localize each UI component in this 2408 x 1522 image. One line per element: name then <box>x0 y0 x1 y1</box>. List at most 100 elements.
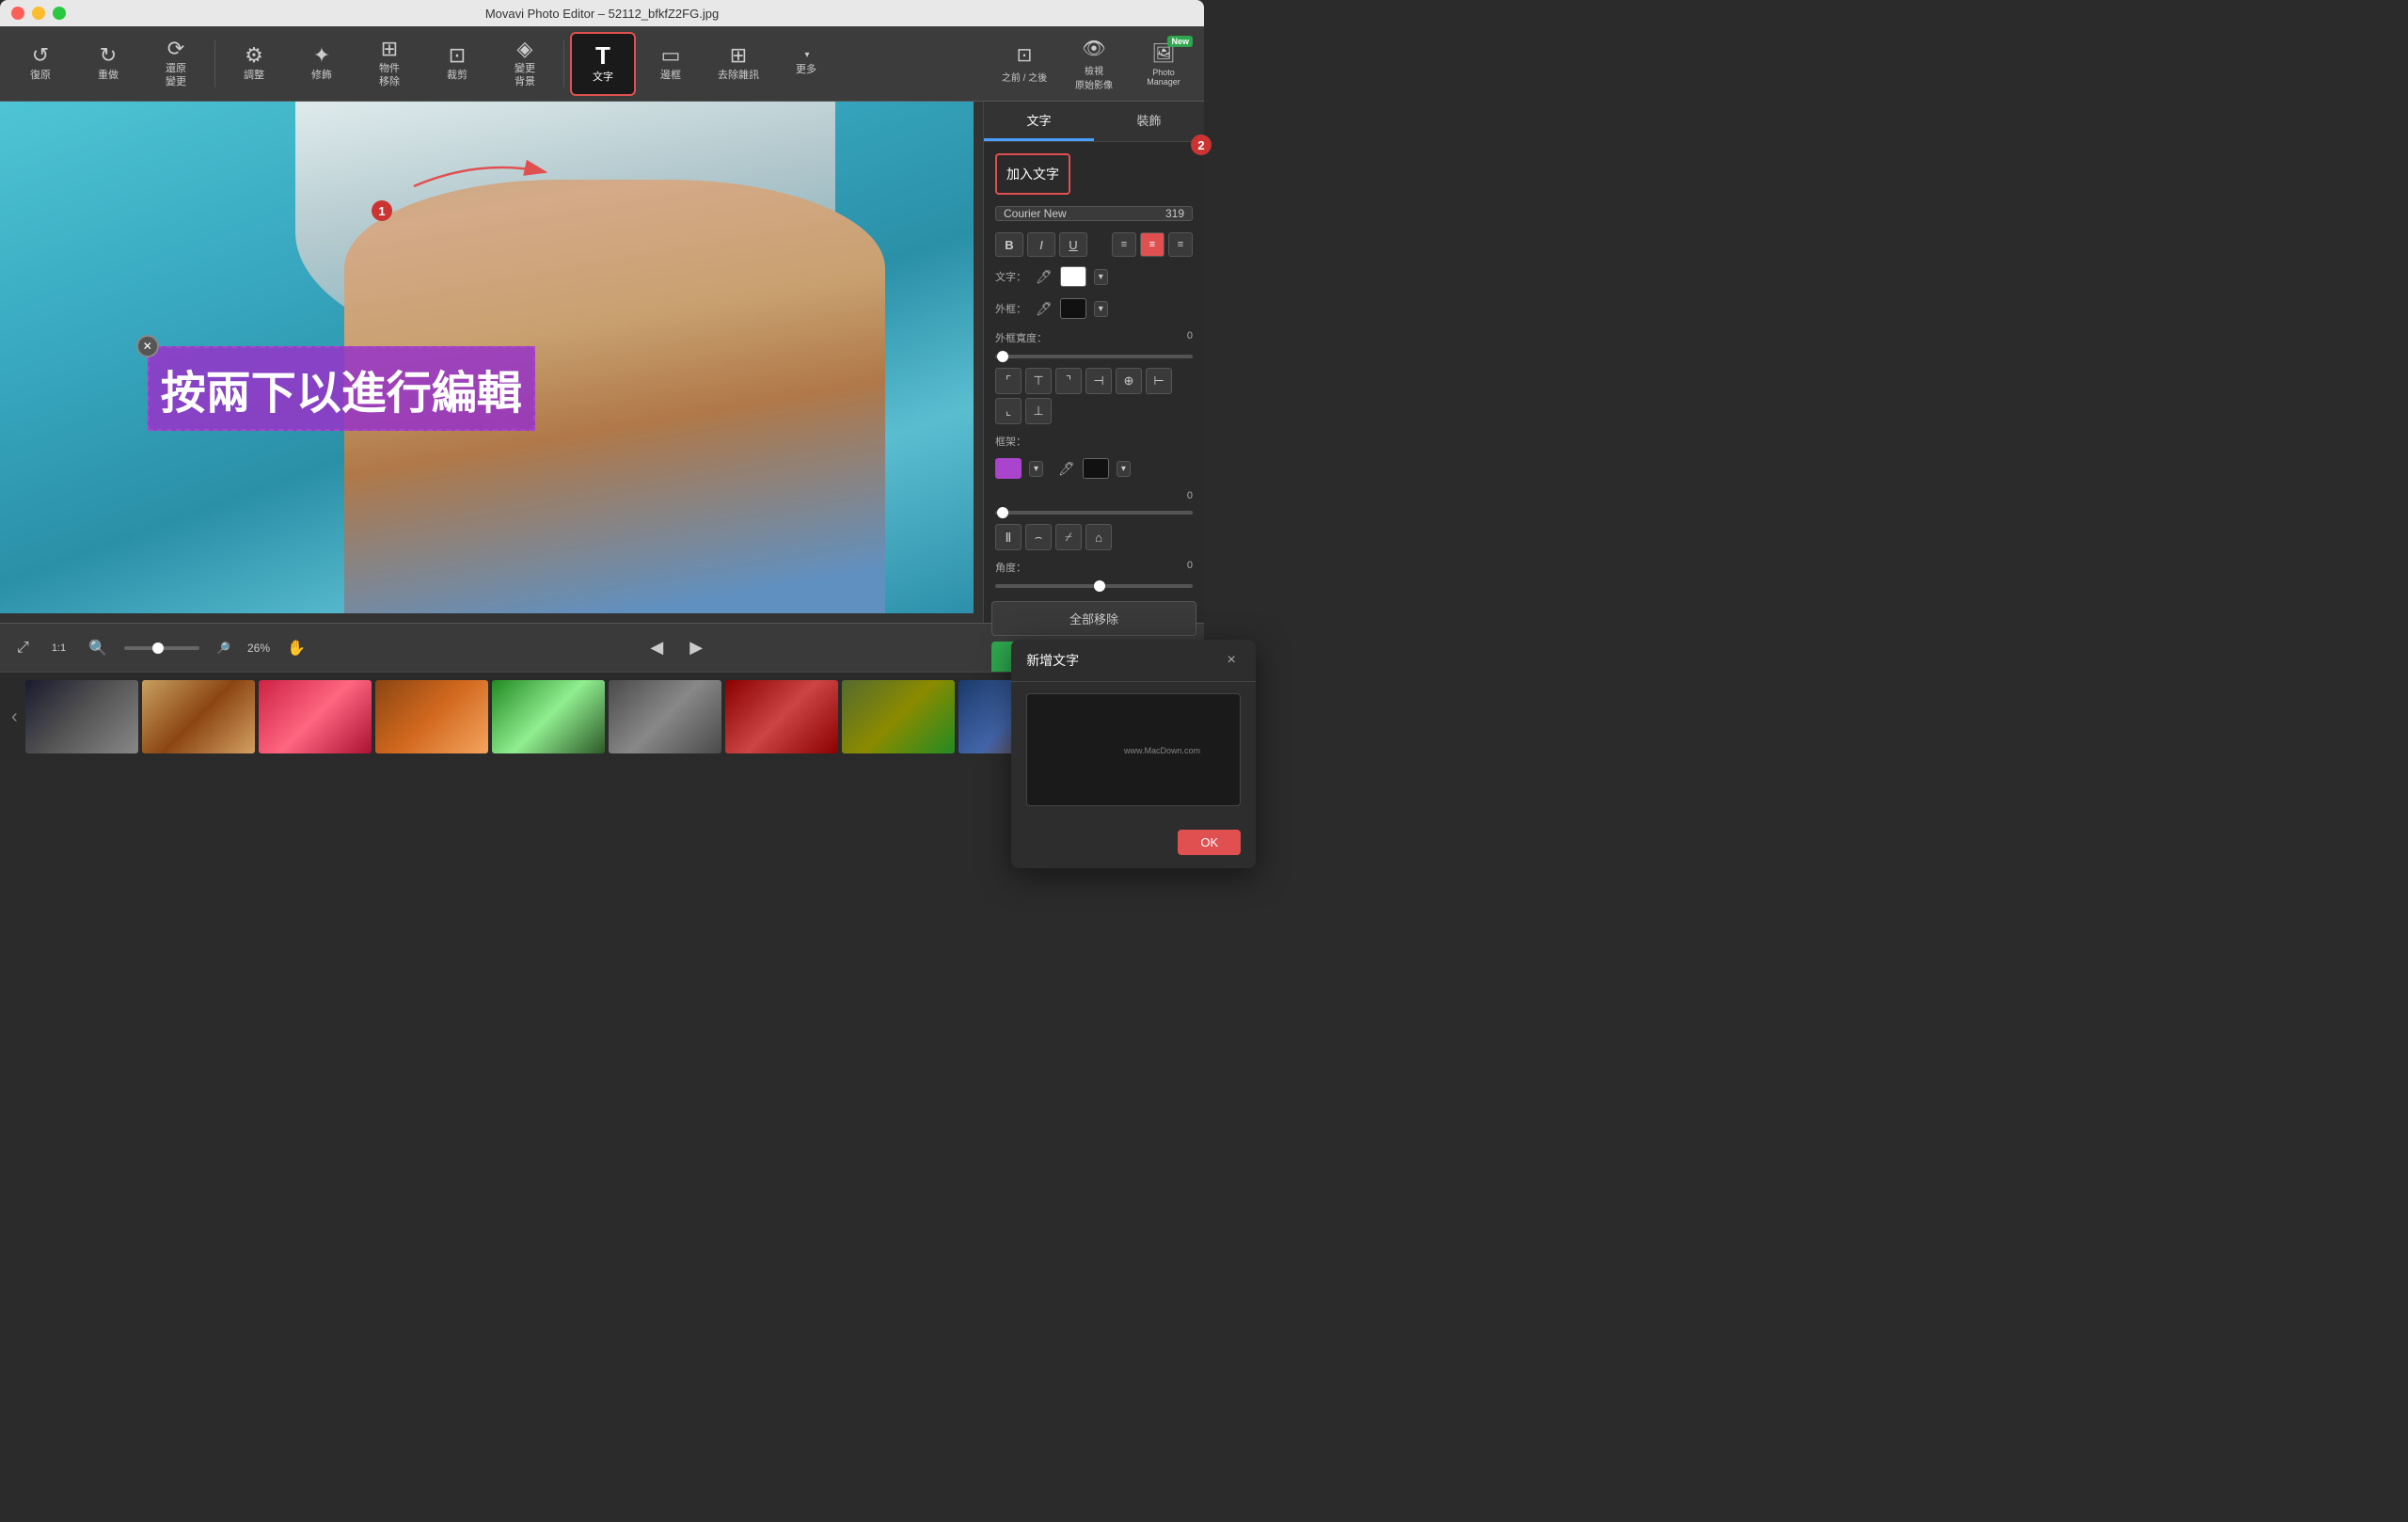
font-selector[interactable]: Courier New 319 <box>995 206 1193 221</box>
filmstrip-thumb-8[interactable] <box>842 680 955 753</box>
align-mid-right-btn[interactable]: ⊢ <box>1146 368 1172 394</box>
align-center-button[interactable]: ≡ <box>1140 232 1164 257</box>
italic-button[interactable]: I <box>1027 232 1055 257</box>
text-arch-btn[interactable]: ⌢ <box>1025 524 1052 550</box>
frame-color-swatch-dark[interactable] <box>1083 458 1109 479</box>
zoom-1-1-button[interactable]: 1:1 <box>46 639 71 658</box>
decorate-button[interactable]: ✦ 修飾 <box>289 32 355 96</box>
crop-button[interactable]: ⊡ 裁剪 <box>424 32 490 96</box>
angle-slider[interactable] <box>995 584 1193 588</box>
remove-object-button[interactable]: ⊞ 物件 移除 <box>356 32 422 96</box>
canvas-area[interactable]: ✕ 按兩下以進行編輯 1 <box>0 102 983 623</box>
align-center-btn[interactable]: ⊕ <box>1116 368 1142 394</box>
add-text-container: 加入文字 2 <box>984 142 1204 206</box>
next-button[interactable]: ▶ <box>682 634 710 661</box>
main-toolbar: ↺ 復原 ↻ 重做 ⟳ 還原 變更 ⚙ 調整 ✦ 修飾 ⊞ 物件 移除 ⊡ 裁剪 <box>0 26 1204 102</box>
undo-button[interactable]: ↺ 復原 <box>8 32 73 96</box>
frame-dark-dropdown[interactable]: ▾ <box>1117 461 1131 477</box>
undo-label: 復原 <box>30 70 51 82</box>
frame-color-dropdown[interactable]: ▾ <box>1029 461 1043 477</box>
remove-label: 物件 移除 <box>379 63 400 87</box>
filmstrip-thumb-5[interactable] <box>492 680 605 753</box>
border-color-dropdown[interactable]: ▾ <box>1094 301 1108 317</box>
angle-value: 0 <box>1187 560 1193 575</box>
text-size-btn[interactable]: Ⅱ <box>995 524 1022 550</box>
zoom-slider[interactable] <box>124 646 199 650</box>
zoom-out-button[interactable]: 🔍 <box>83 635 113 661</box>
align-left-button[interactable]: ≡ <box>1112 232 1136 257</box>
dialog-ok-button[interactable]: OK <box>1178 830 1241 855</box>
add-text-button[interactable]: 加入文字 <box>995 153 1070 195</box>
frame-button[interactable]: ▭ 邊框 <box>638 32 704 96</box>
frame-slider[interactable] <box>995 511 1193 515</box>
photo-manager-button[interactable]: 🖼 Photo Manager New <box>1131 32 1196 96</box>
angle-slider-thumb[interactable] <box>1094 580 1105 592</box>
remove-all-button[interactable]: 全部移除 <box>991 601 1196 636</box>
revert-button[interactable]: ⟳ 還原 變更 <box>143 32 209 96</box>
hand-tool-button[interactable]: ✋ <box>281 635 311 661</box>
filmstrip-thumb-4[interactable] <box>375 680 488 753</box>
angle-label: 角度： <box>995 560 1026 575</box>
text-color-swatch[interactable] <box>1060 266 1086 287</box>
align-bot-left-btn[interactable]: ⌞ <box>995 398 1022 424</box>
text-element[interactable]: ✕ 按兩下以進行編輯 <box>148 346 535 431</box>
frame-color-row: ▾ 🖊 ▾ <box>995 458 1193 479</box>
before-after-button[interactable]: ⊡ 之前 / 之後 <box>991 32 1057 96</box>
text-wave-btn[interactable]: ⌿ <box>1055 524 1082 550</box>
filmstrip-prev[interactable]: ‹ <box>8 706 22 728</box>
frame-color-swatch-purple[interactable] <box>995 458 1022 479</box>
change-bg-button[interactable]: ◈ 變更 背景 <box>492 32 558 96</box>
right-toolbar: ⊡ 之前 / 之後 👁 檢視 原始影像 🖼 Photo Manager New <box>991 32 1196 96</box>
filmstrip-thumb-3[interactable] <box>259 680 372 753</box>
more-button[interactable]: ▾ 更多 <box>773 32 839 96</box>
bold-button[interactable]: B <box>995 232 1023 257</box>
align-mid-left-btn[interactable]: ⊣ <box>1085 368 1112 394</box>
title-bar: Movavi Photo Editor – 52112_bfkfZ2FG.jpg <box>0 0 1204 26</box>
text-element-close[interactable]: ✕ <box>136 335 159 357</box>
align-bot-center-btn[interactable]: ⊥ <box>1025 398 1052 424</box>
border-width-section: 外框寬度： 0 <box>995 330 1193 345</box>
text-trapezoid-btn[interactable]: ⌂ <box>1085 524 1112 550</box>
remove-object-icon: ⊞ <box>381 39 398 59</box>
prev-button[interactable]: ◀ <box>642 634 671 661</box>
dialog-close-button[interactable]: × <box>1222 651 1241 670</box>
maximize-button[interactable] <box>53 7 66 20</box>
dialog-footer: OK <box>1011 822 1256 868</box>
annotation-badge-2: 2 <box>1191 135 1212 155</box>
close-button[interactable] <box>11 7 24 20</box>
zoom-in-button[interactable]: 🔎 <box>211 638 236 658</box>
adjust-button[interactable]: ⚙ 調整 <box>221 32 287 96</box>
border-width-thumb[interactable] <box>997 351 1008 362</box>
denoise-button[interactable]: ⊞ 去除雜訊 <box>705 32 771 96</box>
dialog-header: 新增文字 × <box>1011 640 1256 682</box>
tab-text[interactable]: 文字 <box>984 102 1094 141</box>
vertical-scrollbar[interactable] <box>974 102 983 623</box>
border-color-swatch[interactable] <box>1060 298 1086 319</box>
denoise-icon: ⊞ <box>730 45 747 66</box>
align-top-left-btn[interactable]: ⌜ <box>995 368 1022 394</box>
filmstrip-thumb-7[interactable] <box>725 680 838 753</box>
horizontal-scrollbar[interactable] <box>0 613 974 623</box>
filmstrip-thumb-6[interactable] <box>609 680 721 753</box>
redo-label: 重做 <box>98 70 119 82</box>
before-after-label: 之前 / 之後 <box>1002 70 1047 84</box>
text-color-dropdown[interactable]: ▾ <box>1094 269 1108 285</box>
align-top-center-btn[interactable]: ⊤ <box>1025 368 1052 394</box>
border-width-slider[interactable] <box>995 355 1193 358</box>
adjust-label: 調整 <box>244 70 264 82</box>
underline-button[interactable]: U <box>1059 232 1087 257</box>
filmstrip-thumb-2[interactable] <box>142 680 255 753</box>
text-button[interactable]: T 文字 <box>570 32 636 96</box>
frame-slider-thumb[interactable] <box>997 507 1008 518</box>
tab-decorate[interactable]: 裝飾 <box>1094 102 1204 141</box>
minimize-button[interactable] <box>32 7 45 20</box>
text-element-content: 按兩下以進行編輯 <box>161 356 522 421</box>
align-top-right-btn[interactable]: ⌝ <box>1055 368 1082 394</box>
format-row: B I U ≡ ≡ ≡ <box>995 232 1193 257</box>
align-right-button[interactable]: ≡ <box>1168 232 1193 257</box>
fullscreen-button[interactable]: ⤢ <box>11 636 35 660</box>
filmstrip-thumb-1[interactable] <box>25 680 138 753</box>
zoom-thumb[interactable] <box>152 642 164 654</box>
view-original-button[interactable]: 👁 檢視 原始影像 <box>1061 32 1127 96</box>
redo-button[interactable]: ↻ 重做 <box>75 32 141 96</box>
